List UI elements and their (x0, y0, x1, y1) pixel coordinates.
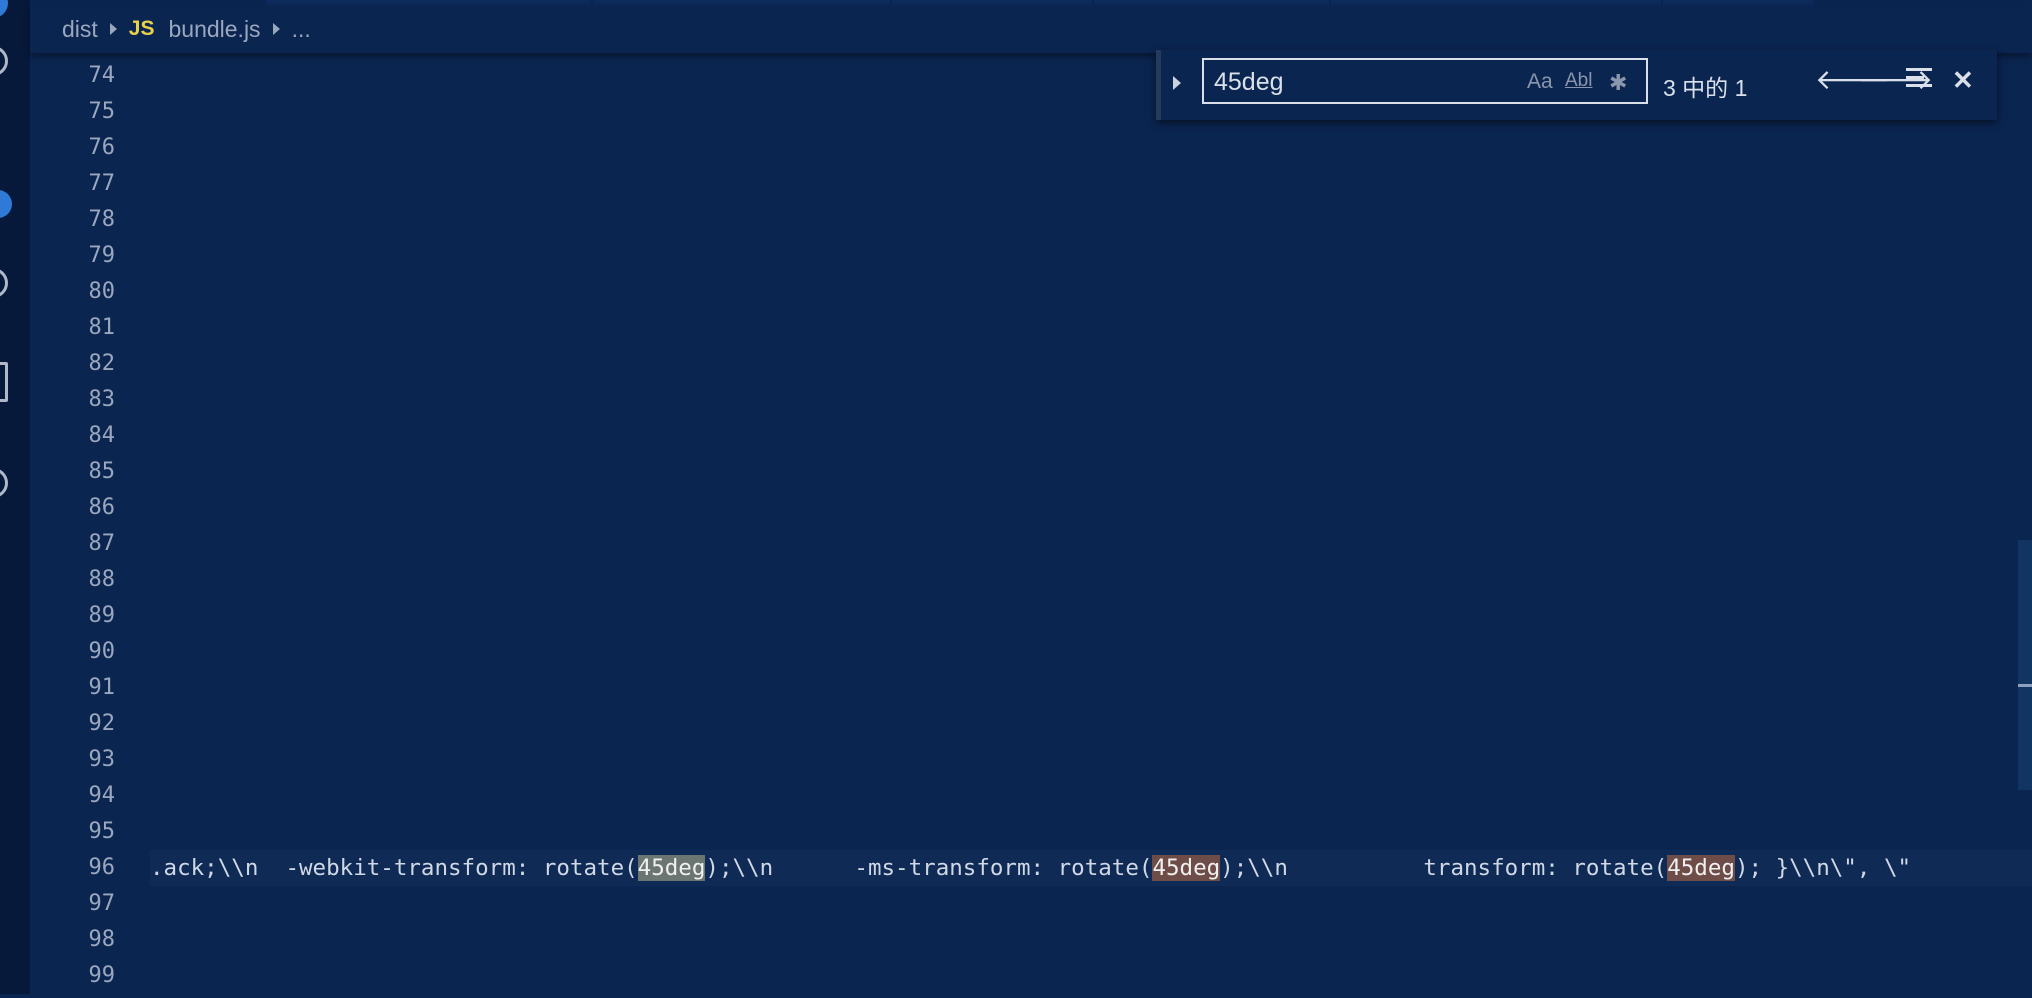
line-number: 96 (88, 855, 116, 880)
line-number: 75 (88, 99, 116, 124)
find-input[interactable] (1212, 66, 1516, 98)
search-match: 45deg (1152, 855, 1221, 881)
find-widget: Aa Abl ✱ 3 中的 1 🡐 🡒 ✕ (1156, 50, 1997, 120)
line-number: 97 (88, 891, 116, 916)
line-number: 82 (88, 351, 116, 376)
line-number: 87 (88, 531, 116, 556)
chevron-right-icon (109, 23, 117, 35)
line-number: 84 (88, 423, 116, 448)
search-icon[interactable] (0, 46, 8, 76)
chevron-right-icon (272, 23, 280, 35)
line-number: 98 (88, 927, 116, 952)
line-number: 88 (88, 567, 116, 592)
line-number: 76 (88, 135, 116, 160)
line-number: 83 (88, 387, 116, 412)
line-number: 77 (88, 171, 116, 196)
breadcrumb: dist JS bundle.js ... (30, 5, 2032, 53)
code-text: );\\n transform: rotate( (1220, 855, 1668, 881)
line-number: 80 (88, 279, 116, 304)
remote-explorer-icon[interactable] (0, 468, 8, 498)
line-number: 81 (88, 315, 116, 340)
activity-bar (0, 0, 30, 994)
line-number: 74 (88, 63, 116, 88)
line-number: 78 (88, 207, 116, 232)
code-text: ); }\\n\", \" (1734, 855, 1912, 881)
vertical-scrollbar[interactable] (2018, 540, 2032, 790)
code-line-96[interactable]: .ack;\\n -webkit-transform: rotate(45deg… (150, 850, 2032, 886)
breadcrumb-file[interactable]: bundle.js (168, 16, 260, 43)
line-number: 92 (88, 711, 116, 736)
account-icon[interactable] (0, 0, 8, 18)
match-count: 3 中的 1 (1663, 75, 1748, 101)
find-input-box: Aa Abl ✱ (1202, 58, 1648, 104)
toggle-replace-chevron-icon[interactable] (1173, 76, 1181, 90)
line-number: 79 (88, 243, 116, 268)
close-icon[interactable]: ✕ (1952, 66, 1974, 94)
match-whole-word-icon[interactable]: Abl (1565, 70, 1592, 92)
find-in-selection-icon[interactable] (1906, 68, 1932, 90)
line-number: 95 (88, 819, 116, 844)
breadcrumb-symbols[interactable]: ... (292, 16, 311, 43)
line-number: 94 (88, 783, 116, 808)
line-number-gutter: 74 75 76 77 78 79 80 81 82 83 84 85 86 8… (30, 58, 116, 998)
scrollbar-match-marker (2018, 684, 2032, 687)
source-control-icon[interactable] (0, 268, 8, 298)
code-text: );\\n -ms-transform: rotate( (705, 855, 1153, 881)
line-number: 93 (88, 747, 116, 772)
search-match-current: 45deg (637, 855, 706, 881)
line-number: 86 (88, 495, 116, 520)
code-editor[interactable]: .ack;\\n -webkit-transform: rotate(45deg… (150, 58, 2032, 998)
extensions-icon[interactable] (0, 362, 8, 402)
line-number: 99 (88, 963, 116, 988)
line-number: 89 (88, 603, 116, 628)
line-number: 85 (88, 459, 116, 484)
javascript-file-icon: JS (128, 17, 155, 40)
notification-badge-icon[interactable] (0, 190, 12, 218)
line-number: 91 (88, 675, 116, 700)
search-match: 45deg (1667, 855, 1735, 881)
breadcrumb-folder[interactable]: dist (62, 16, 98, 43)
use-regex-icon[interactable]: ✱ (1609, 70, 1627, 96)
line-number: 90 (88, 639, 116, 664)
code-text: .ack;\\n -webkit-transform: rotate( (150, 855, 638, 881)
match-case-icon[interactable]: Aa (1527, 70, 1553, 94)
